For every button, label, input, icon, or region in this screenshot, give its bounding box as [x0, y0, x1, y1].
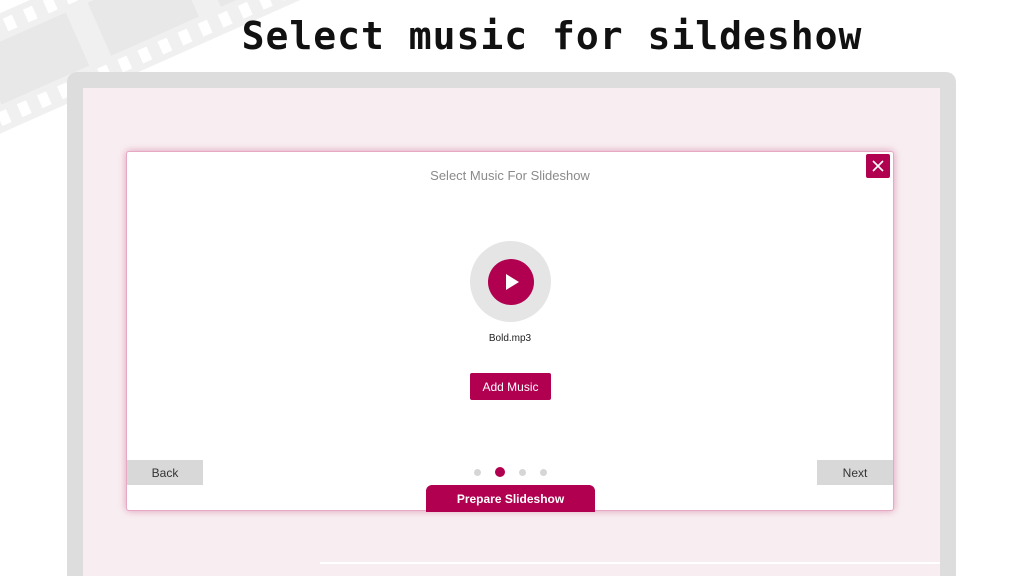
back-button[interactable]: Back	[127, 460, 203, 485]
step-dot[interactable]	[540, 468, 547, 476]
step-indicator	[474, 467, 547, 477]
add-music-button[interactable]: Add Music	[470, 373, 551, 400]
select-music-dialog: Select Music For Slideshow Bold.mp3 Add …	[126, 151, 894, 512]
next-button[interactable]: Next	[817, 460, 893, 485]
play-icon	[505, 273, 519, 290]
music-file-name: Bold.mp3	[488, 333, 532, 344]
page-headline: Select music for sildeshow	[241, 14, 863, 58]
dialog-title: Select Music For Slideshow	[430, 168, 590, 183]
step-dot-active[interactable]	[495, 467, 505, 477]
step-dot[interactable]	[474, 468, 481, 476]
play-button[interactable]	[470, 241, 551, 322]
prepare-slideshow-button[interactable]: Prepare Slideshow	[426, 485, 595, 512]
step-dot[interactable]	[519, 468, 526, 476]
screen-divider	[320, 562, 940, 564]
play-button-disc	[487, 258, 534, 305]
